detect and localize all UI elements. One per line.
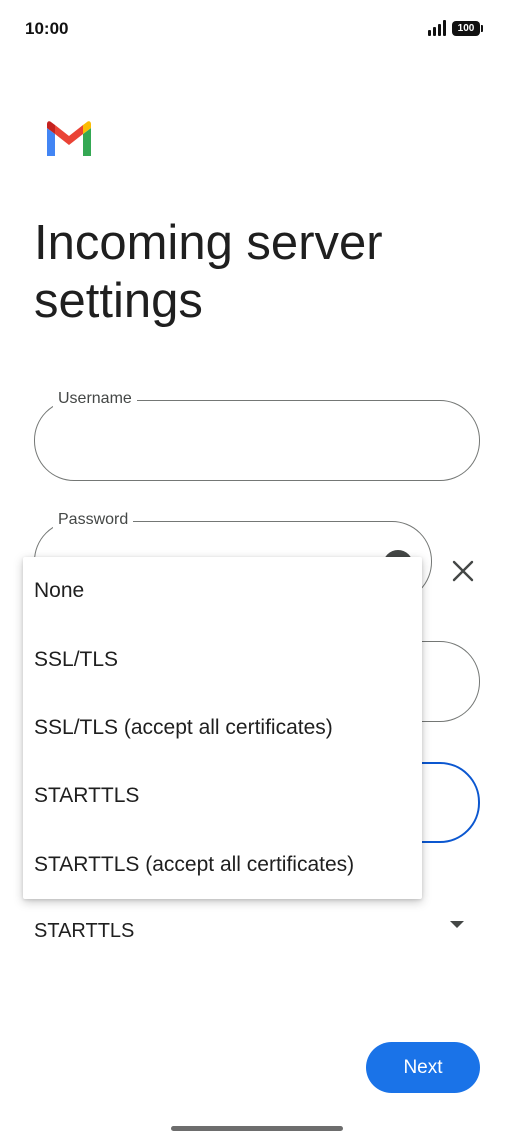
- status-bar: 10:00 100: [0, 0, 514, 60]
- security-type-value[interactable]: STARTTLS: [34, 920, 134, 943]
- gmail-logo-icon: [47, 121, 91, 156]
- home-indicator[interactable]: [171, 1126, 343, 1131]
- password-label: Password: [53, 511, 134, 529]
- close-icon[interactable]: [448, 556, 478, 586]
- status-time: 10:00: [25, 19, 69, 38]
- menu-item-starttls[interactable]: STARTTLS: [23, 762, 422, 830]
- username-field[interactable]: Username: [34, 390, 480, 481]
- page-title: Incoming server settings: [34, 216, 383, 328]
- menu-item-ssl-tls[interactable]: SSL/TLS: [23, 625, 422, 693]
- battery-icon: 100: [452, 20, 483, 36]
- dropdown-arrow-icon[interactable]: [450, 921, 464, 928]
- status-icons: 100: [428, 20, 483, 36]
- next-button[interactable]: Next: [366, 1042, 480, 1093]
- username-label: Username: [53, 390, 137, 408]
- signal-icon: [428, 20, 446, 36]
- menu-item-none[interactable]: None: [23, 557, 422, 625]
- security-type-menu: None SSL/TLS SSL/TLS (accept all certifi…: [23, 557, 422, 899]
- menu-item-starttls-accept-all[interactable]: STARTTLS (accept all certificates): [23, 831, 422, 899]
- menu-item-ssl-tls-accept-all[interactable]: SSL/TLS (accept all certificates): [23, 694, 422, 762]
